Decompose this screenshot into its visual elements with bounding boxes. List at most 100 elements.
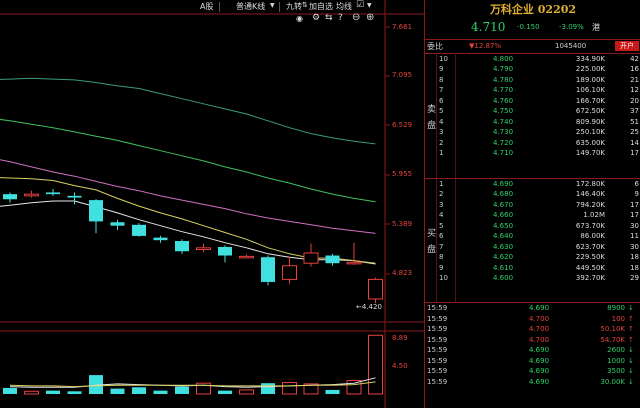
bid-row[interactable]: 3 4.670 794.20K 17	[425, 200, 640, 210]
trade-price: 4.690	[529, 367, 550, 375]
chart-toolbar: A股 普通K线 ▼ 九转 ⇅ 加自选 均线 ☑ ▼ ◉ ⚙ ⇆ ? ⊖ ⊕	[0, 0, 424, 23]
zoom-out-icon[interactable]: ⊖	[352, 12, 360, 23]
order-ratio-label: 委比	[427, 42, 443, 51]
bid-row[interactable]: 4 4.660 1.02M 17	[425, 210, 640, 220]
add-watchlist-button[interactable]: 加自选	[309, 1, 333, 12]
trade-volume: 54.70K	[600, 335, 625, 344]
trade-row: 15:59 4.690 30.00K ↓	[425, 377, 640, 388]
ask-count: 16	[630, 65, 639, 74]
bid-count: 18	[630, 263, 639, 272]
sell-side-label: 盘	[427, 121, 437, 131]
price-change: -0.150	[517, 23, 540, 31]
ask-price: 4.800	[493, 55, 514, 63]
ask-row[interactable]: 2 4.720 635.00K 14	[425, 138, 640, 148]
ask-level: 8	[439, 75, 444, 84]
bid-level: 7	[439, 242, 444, 251]
bid-volume: 86.00K	[580, 232, 605, 241]
bid-row[interactable]: 6 4.640 86.00K 11	[425, 231, 640, 241]
bid-count: 6	[634, 180, 639, 188]
hk-market-flag: 港	[592, 23, 600, 32]
settings-icon[interactable]: ⚙	[312, 13, 320, 23]
low-price-value: 4.420	[361, 303, 382, 311]
bid-row[interactable]: 2 4.680 146.40K 9	[425, 189, 640, 199]
ask-row[interactable]: 9 4.790 225.00K 16	[425, 64, 640, 74]
candle-body	[132, 224, 146, 236]
bid-row[interactable]: 5 4.650 673.70K 30	[425, 221, 640, 231]
ask-level: 3	[439, 128, 444, 137]
sort-arrows-icon[interactable]: ⇅	[302, 1, 308, 9]
open-account-button[interactable]: 开户	[615, 41, 639, 51]
ask-row[interactable]: 7 4.770 106.10K 12	[425, 85, 640, 95]
kline-chart-area[interactable]: A股 普通K线 ▼ 九转 ⇅ 加自选 均线 ☑ ▼ ◉ ⚙ ⇆ ? ⊖ ⊕ 7.…	[0, 0, 424, 408]
swap-icon[interactable]: ⇆	[325, 13, 333, 23]
candle-body	[325, 255, 340, 264]
ask-volume: 809.90K	[575, 117, 605, 126]
chevron-down-icon[interactable]: ▼	[367, 2, 372, 9]
candle-body	[368, 278, 383, 300]
volume-bar	[3, 387, 17, 394]
bid-count: 17	[630, 200, 639, 209]
ask-price: 4.730	[493, 128, 514, 137]
ask-row[interactable]: 5 4.750 672.50K 37	[425, 106, 640, 116]
trade-time: 15:59	[427, 304, 448, 312]
bid-row[interactable]: 10 4.600 392.70K 29	[425, 273, 640, 283]
bid-level: 4	[439, 211, 444, 220]
ask-row[interactable]: 8 4.780 189.00K 21	[425, 75, 640, 85]
bid-price: 4.660	[493, 211, 514, 220]
trade-row: 15:59 4.700 100 ↑	[425, 314, 640, 325]
trade-volume: 3500	[607, 367, 625, 375]
candle-body	[239, 255, 254, 259]
ask-row[interactable]: 1 4.710 149.70K 17	[425, 148, 640, 158]
candle-body	[303, 252, 319, 264]
help-icon[interactable]: ?	[338, 13, 343, 23]
volume-bar	[346, 380, 362, 395]
volume-bar	[368, 334, 383, 395]
candle-body	[282, 265, 297, 280]
bid-row[interactable]: 1 4.690 172.80K 6	[425, 179, 640, 189]
checkbox-icon[interactable]: ☑	[356, 0, 364, 10]
eye-icon[interactable]: ◉	[296, 14, 303, 23]
ask-volume: 334.90K	[575, 55, 605, 63]
ma-toggle-button[interactable]: 均线	[336, 1, 352, 12]
volume-bar	[67, 391, 82, 394]
bid-row[interactable]: 8 4.620 229.50K 18	[425, 252, 640, 262]
arrow-down-icon: ↓	[628, 356, 634, 365]
ask-row[interactable]: 4 4.740 809.90K 51	[425, 117, 640, 127]
ask-level: 6	[439, 96, 444, 105]
market-tab[interactable]: A股	[200, 1, 213, 12]
toolbar-divider	[279, 2, 280, 12]
candle-body	[67, 195, 82, 198]
trade-price: 4.690	[529, 377, 550, 386]
bid-row[interactable]: 7 4.630 623.70K 30	[425, 242, 640, 252]
ask-row[interactable]: 10 4.800 334.90K 42	[425, 54, 640, 64]
arrow-up-icon: ↑	[628, 325, 634, 333]
trade-ticker[interactable]: 15:59 4.690 8900 ↓ 15:59 4.700 100 ↑ 15:59 4.700 5…	[425, 303, 640, 387]
bid-price: 4.670	[493, 200, 514, 209]
chevron-down-icon[interactable]: ▼	[270, 2, 275, 9]
trade-volume: 8900	[607, 304, 625, 312]
low-price-marker: ←4.420	[356, 303, 382, 311]
kline-chart[interactable]	[0, 0, 424, 408]
trade-price: 4.690	[529, 356, 550, 365]
ask-count: 21	[630, 75, 639, 84]
volume-bar	[110, 388, 125, 394]
price-axis-tick: 6.529	[392, 121, 413, 129]
buy-side-label: 买	[427, 229, 437, 239]
chart-type-selector[interactable]: 普通K线	[236, 1, 265, 12]
stock-title: 万科企业 02202	[489, 3, 577, 16]
trade-volume: 50.10K	[600, 325, 625, 333]
trade-time: 15:59	[427, 335, 448, 344]
arrow-up-icon: ↑	[628, 335, 634, 344]
zoom-in-icon[interactable]: ⊕	[366, 12, 374, 23]
ask-row[interactable]: 6 4.760 166.70K 20	[425, 96, 640, 106]
bid-volume: 449.50K	[575, 263, 605, 272]
ask-count: 25	[630, 128, 639, 137]
nine-turn-button[interactable]: 九转	[286, 1, 302, 12]
trade-time: 15:59	[427, 314, 448, 323]
ask-level: 1	[439, 148, 444, 157]
bid-row[interactable]: 9 4.610 449.50K 18	[425, 263, 640, 273]
price-axis-tick: 5.389	[392, 220, 413, 228]
trade-time: 15:59	[427, 325, 448, 333]
bid-level: 3	[439, 200, 444, 209]
ask-row[interactable]: 3 4.730 250.10K 25	[425, 127, 640, 137]
